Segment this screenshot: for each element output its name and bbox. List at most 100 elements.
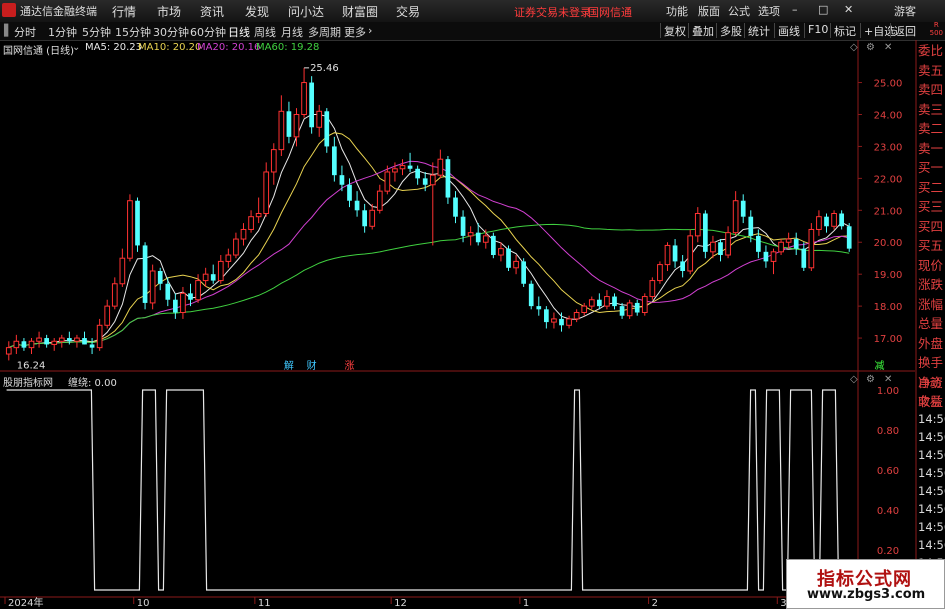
ma5-line — [8, 114, 850, 349]
candle-body-up — [180, 292, 186, 314]
candle-body-up — [36, 337, 42, 342]
candle-body-down — [157, 270, 163, 284]
candle-body-up — [467, 232, 474, 237]
candle-body-up — [5, 347, 12, 355]
candle-body-up — [498, 248, 504, 256]
candle-body-up — [217, 260, 224, 282]
time-tick-label: 12 — [394, 598, 407, 609]
candle-body-up — [202, 273, 209, 282]
ma60-line — [8, 223, 850, 349]
candle-body-up — [687, 235, 694, 272]
candle-body-down — [612, 296, 617, 307]
candle-body-down — [453, 197, 458, 217]
candle-body-up — [725, 232, 731, 256]
candle-body-down — [210, 274, 216, 281]
candle-body-up — [581, 305, 588, 314]
indicator-tick-label: 0.20 — [877, 546, 899, 557]
auto-trade-label[interactable]: 交易 — [918, 392, 945, 410]
candle-body-up — [429, 174, 436, 186]
price-tick-label: 22.00 — [874, 174, 903, 185]
tick-time: 14:56 — [918, 466, 945, 480]
candle-body-up — [293, 113, 300, 138]
candle-body-up — [649, 280, 656, 298]
site-watermark: 指标公式网 www.zbgs3.com — [786, 559, 945, 609]
order-row-label: 卖一 — [918, 140, 944, 156]
candle-body-down — [634, 302, 640, 313]
candle-body-down — [718, 242, 723, 256]
candle-body-up — [58, 337, 65, 342]
order-row-label: 现价 — [918, 257, 944, 273]
price-tick-label: 24.00 — [874, 110, 903, 121]
candle-body-down — [460, 216, 466, 236]
candle-body-up — [149, 270, 156, 304]
order-row-label: 买三 — [918, 199, 944, 214]
candle-body-up — [316, 110, 323, 128]
candle-body-up — [13, 340, 20, 349]
candle-body-up — [551, 318, 557, 323]
candle-body-down — [142, 245, 148, 303]
watermark-url: www.zbgs3.com — [807, 587, 926, 602]
candle-body-up — [588, 299, 595, 307]
price-tick-label: 20.00 — [874, 238, 903, 249]
event-marker: 财 — [307, 359, 317, 372]
candle-body-up — [301, 82, 307, 115]
candle-body-up — [248, 216, 254, 230]
order-row-label: 委比 — [918, 43, 944, 58]
candle-body-up — [384, 171, 391, 192]
candle-body-down — [173, 299, 178, 313]
candle-body-up — [225, 254, 232, 262]
candle-body-down — [188, 293, 193, 300]
order-row-label: 买五 — [918, 238, 944, 253]
candle-body-down — [309, 82, 314, 128]
candle-body-up — [376, 190, 383, 211]
candle-body-down — [407, 165, 413, 169]
indicator-tick-label: 0.40 — [877, 506, 899, 517]
time-tick-label: 2 — [652, 598, 658, 609]
candle-body-down — [763, 251, 769, 262]
candle-body-down — [362, 210, 367, 227]
tick-time: 14:56 — [918, 520, 945, 534]
candle-body-up — [263, 171, 270, 215]
candle-body-down — [354, 200, 360, 211]
candle-body-down — [756, 235, 761, 252]
entanglement-indicator-line — [6, 389, 852, 591]
candle-body-down — [748, 216, 754, 236]
candle-body-down — [347, 184, 352, 201]
candle-body-down — [44, 338, 49, 345]
candle-body-up — [785, 238, 792, 243]
candle-body-up — [710, 241, 716, 253]
tick-time: 14:56 — [918, 502, 945, 516]
order-row-label: 买二 — [918, 179, 944, 195]
indicator-tick-label: 0.60 — [877, 466, 899, 477]
candle-body-down — [286, 111, 292, 137]
price-tick-label: 25.00 — [874, 79, 903, 90]
candle-body-up — [233, 238, 239, 256]
order-row-label: 换手 — [918, 355, 944, 370]
order-row-label: 卖五 — [918, 62, 944, 78]
candle-body-up — [778, 241, 784, 253]
candle-body-up — [255, 213, 262, 218]
candle-body-down — [82, 338, 87, 345]
candle-body-down — [597, 299, 602, 307]
candle-body-up — [74, 337, 80, 342]
auto-trade-label[interactable]: 自动 — [918, 374, 945, 392]
candle-body-up — [664, 244, 671, 266]
candle-body-down — [445, 159, 451, 198]
candle-body-down — [67, 338, 72, 342]
time-tick-label: 11 — [258, 598, 271, 609]
candle-body-up — [195, 280, 201, 301]
candle-body-up — [641, 296, 648, 314]
candle-body-down — [680, 261, 685, 271]
indicator-tick-label: 1.00 — [877, 386, 899, 397]
chart-svg[interactable]: 17.0018.0019.0020.0021.0022.0023.0024.00… — [0, 0, 945, 609]
candle-body-down — [801, 248, 807, 268]
event-marker: 减 — [875, 360, 885, 372]
trade-ticks-panel: 自动交易 14:56 14:56 14:56 14:56 14:56 14:56 14:56 1… — [918, 374, 945, 572]
candle-body-down — [165, 283, 171, 300]
tick-time: 14:56 — [918, 448, 945, 462]
price-tick-label: 23.00 — [874, 142, 903, 153]
candle-body-down — [89, 344, 95, 348]
candle-body-up — [626, 302, 633, 317]
low-price-annotation: 16.24 — [17, 360, 46, 371]
candle-body-up — [127, 200, 133, 259]
